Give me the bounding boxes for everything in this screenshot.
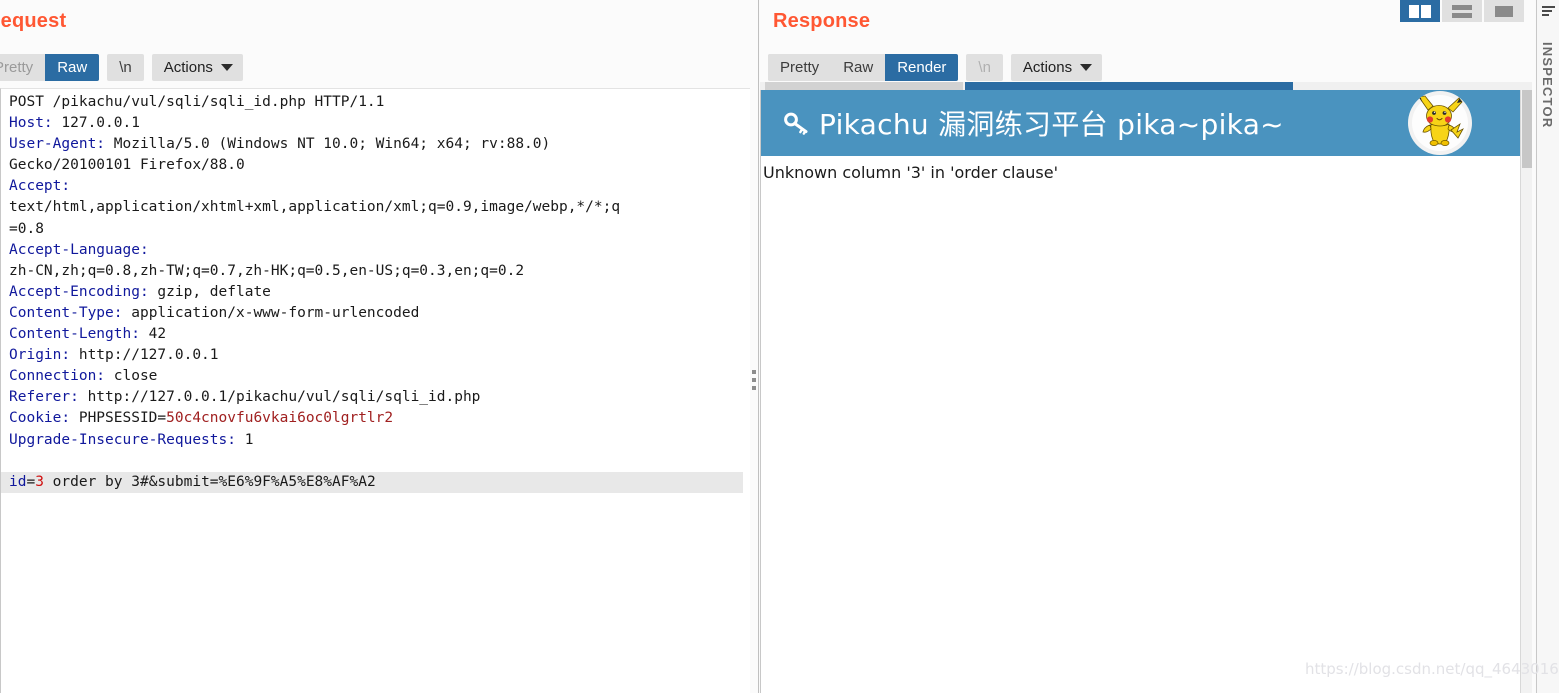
response-actions-button[interactable]: Actions [1010, 54, 1103, 81]
header-name: Accept-Encoding: [9, 283, 149, 300]
burp-repeater-window: Request Pretty Raw \n Actions POST /pika… [0, 0, 1559, 693]
header-name: Content-Length: [9, 326, 140, 343]
layout-toggle-group [1400, 0, 1524, 22]
single-view-icon [1495, 5, 1513, 17]
response-vertical-scrollbar[interactable] [1520, 90, 1532, 693]
request-tab-raw[interactable]: Raw [45, 54, 100, 81]
pikachu-avatar [1408, 91, 1472, 155]
chevron-down-icon [1080, 64, 1093, 71]
pikachu-site-banner: Pikachu 漏洞练习平台 pika~pika~ [761, 90, 1520, 156]
response-tab-render[interactable]: Render [885, 54, 959, 81]
scrollbar-thumb[interactable] [965, 82, 1293, 90]
chevron-down-icon [220, 64, 233, 71]
header-name: Cookie: [9, 410, 71, 427]
cookie-value: 50c4cnovfu6vkai6oc0lgrtlr2 [166, 410, 394, 427]
single-pane-layout-button[interactable] [1484, 0, 1524, 22]
response-panel-title: Response [773, 10, 871, 32]
side-by-side-layout-button[interactable] [1400, 0, 1440, 22]
sql-error-message: Unknown column '3' in 'order clause' [763, 163, 1058, 182]
header-name: Upgrade-Insecure-Requests: [9, 431, 236, 448]
request-message-editor[interactable]: POST /pikachu/vul/sqli/sqli_id.php HTTP/… [0, 88, 750, 693]
watermark: https://blog.csdn.net/qq_46430168 [1305, 660, 1559, 678]
request-body-line: id=3 order by 3#&submit=%E6%9F%A5%E8%AF%… [1, 471, 743, 493]
scrollbar-thumb[interactable] [1522, 90, 1532, 168]
inspector-label: INSPECTOR [1540, 42, 1555, 129]
header-name: Origin: [9, 347, 71, 364]
key-icon [784, 112, 808, 135]
stacked-view-icon [1452, 4, 1472, 18]
response-tab-pretty[interactable]: Pretty [768, 54, 832, 81]
request-panel: Request Pretty Raw \n Actions POST /pika… [0, 0, 757, 693]
stacked-layout-button[interactable] [1442, 0, 1482, 22]
pikachu-banner-title: Pikachu 漏洞练习平台 pika~pika~ [819, 108, 1284, 141]
response-newline-toggle[interactable]: \n [966, 54, 1003, 81]
split-view-icon [1409, 4, 1431, 18]
response-tabstrip: Pretty Raw Render \n Actions [768, 54, 1103, 81]
response-horizontal-scrollbar[interactable] [760, 82, 1532, 90]
request-newline-toggle[interactable]: \n [107, 54, 144, 81]
pikachu-avatar-icon [1412, 95, 1468, 151]
inspector-rail[interactable]: INSPECTOR [1536, 0, 1559, 693]
request-tabstrip: Pretty Raw \n Actions [0, 54, 243, 81]
header-name: Accept-Language: [9, 241, 149, 258]
inspector-lines-icon [1542, 6, 1555, 19]
response-tab-raw[interactable]: Raw [831, 54, 886, 81]
scrollbar-track-segment [765, 82, 963, 90]
header-name: Content-Type: [9, 304, 123, 321]
header-name: Accept: [9, 178, 71, 195]
request-actions-label: Actions [163, 59, 213, 76]
request-panel-title: Request [0, 10, 67, 32]
panel-splitter-handle[interactable] [750, 0, 759, 693]
request-actions-button[interactable]: Actions [151, 54, 243, 81]
request-tab-pretty[interactable]: Pretty [0, 54, 46, 81]
response-view-tabgroup: Pretty Raw Render [768, 54, 959, 81]
header-name: Host: [9, 115, 53, 132]
request-view-tabgroup: Pretty Raw [0, 54, 100, 81]
header-name: User-Agent: [9, 136, 106, 153]
response-render-view: Pikachu 漏洞练习平台 pika~pika~ Unknown column… [760, 90, 1520, 693]
header-name: Referer: [9, 389, 79, 406]
header-name: Connection: [9, 368, 106, 385]
response-actions-label: Actions [1022, 59, 1073, 76]
splitter-grip-icon [752, 370, 756, 390]
